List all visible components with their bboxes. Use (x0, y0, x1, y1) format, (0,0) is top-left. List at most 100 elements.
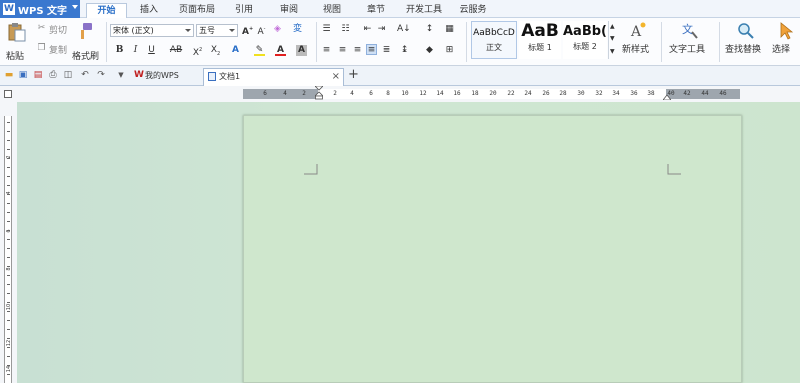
paste-button[interactable]: 粘贴 (4, 22, 30, 62)
align-left-icon[interactable]: ≡ (321, 45, 332, 56)
copy-button[interactable]: 复制 (49, 43, 67, 56)
style-preview: AaBb( (563, 24, 607, 39)
tab-chapter[interactable]: 章节 (362, 3, 390, 18)
strikethrough-icon[interactable]: AB (168, 45, 184, 56)
character-shading-icon[interactable]: A (296, 45, 307, 56)
ruler-tick (7, 158, 10, 159)
ruler-number: 10 (401, 90, 409, 97)
ruler-number: 42 (683, 90, 691, 97)
undo-icon[interactable]: ↶ (80, 70, 90, 80)
indent-marker-icon[interactable] (315, 86, 323, 100)
ruler-number: 22 (507, 90, 515, 97)
export-pdf-icon[interactable]: ▤ (33, 70, 43, 80)
highlight-color-icon[interactable]: ✎ (254, 45, 265, 56)
document-page[interactable] (243, 115, 742, 383)
divider (106, 22, 107, 62)
vertical-ruler-bar: 2 4 6 8 10 12 14 (4, 116, 12, 383)
subscript-icon[interactable]: X2 (210, 45, 221, 57)
increase-indent-icon[interactable]: ⇥ (376, 24, 387, 35)
tab-developer[interactable]: 开发工具 (404, 3, 444, 18)
sort-icon[interactable]: ↕ (424, 24, 435, 35)
ruler-number: 4 (6, 191, 12, 195)
open-folder-icon[interactable]: ▬ (4, 70, 14, 80)
ruler-tick (7, 203, 10, 204)
font-name-select[interactable]: 宋体 (正文) (110, 24, 194, 37)
new-style-button[interactable]: A 新样式 (620, 22, 656, 62)
tab-view[interactable]: 视图 (318, 3, 346, 18)
distributed-icon[interactable]: ≣ (381, 45, 392, 56)
tab-stop-selector[interactable] (4, 90, 12, 98)
tab-document-1[interactable]: 文档1 × (203, 68, 344, 86)
ruler-number: 36 (630, 90, 638, 97)
ruler-number: 18 (471, 90, 479, 97)
close-icon[interactable]: × (332, 69, 340, 85)
ruler-row: 6 4 2 2 4 6 8 10 12 14 16 18 20 22 24 26 28 30 32 34 36 38 40 4… (0, 86, 800, 102)
align-right-icon[interactable]: ≡ (352, 45, 363, 56)
print-icon[interactable]: ⎙ (48, 70, 58, 80)
bold-icon[interactable]: B (114, 45, 125, 56)
justify-icon[interactable]: ≡ (366, 44, 377, 55)
shading-icon[interactable]: ◆ (424, 45, 435, 56)
align-center-icon[interactable]: ≡ (337, 45, 348, 56)
menu-bar: W WPS 文字 开始 插入 页面布局 引用 审阅 视图 章节 开发工具 云服务 (0, 0, 800, 18)
ruler-tick (7, 194, 10, 195)
ruler-number: 24 (524, 90, 532, 97)
tab-my-wps[interactable]: W我的WPS (130, 68, 200, 86)
style-normal[interactable]: AaBbCcD 正文 (471, 21, 517, 59)
tab-cloud-service[interactable]: 云服务 (456, 3, 490, 18)
clear-format-icon[interactable]: ◈ (272, 24, 283, 35)
line-spacing-icon[interactable]: ↨ (399, 45, 410, 56)
tab-home[interactable]: 开始 (86, 3, 127, 18)
tab-page-layout[interactable]: 页面布局 (174, 3, 220, 18)
redo-icon[interactable]: ↷ (96, 70, 106, 80)
app-menu-button[interactable]: W WPS 文字 (0, 0, 80, 18)
tab-label: 文档1 (219, 72, 241, 81)
ruler-tick (7, 302, 10, 303)
decrease-indent-icon[interactable]: ⇤ (362, 24, 373, 35)
superscript-icon[interactable]: X2 (192, 45, 203, 58)
phonetic-guide-icon[interactable]: 変 (292, 24, 303, 35)
horizontal-ruler[interactable]: 6 4 2 2 4 6 8 10 12 14 16 18 20 22 24 26 28 30 32 34 36 38 40 4… (243, 86, 740, 100)
text-direction-icon[interactable]: A↓ (397, 24, 411, 35)
ruler-number: 12 (6, 339, 12, 347)
tab-review[interactable]: 审阅 (275, 3, 303, 18)
style-heading-1[interactable]: AaB 标题 1 (519, 21, 561, 59)
font-color-icon[interactable]: A (275, 45, 286, 56)
style-heading-2[interactable]: AaBb( 标题 2 (563, 21, 607, 59)
save-icon[interactable]: ▣ (18, 70, 28, 80)
bullet-list-icon[interactable]: ☰ (321, 24, 332, 35)
text-tools-button[interactable]: 文 文字工具 (667, 22, 713, 62)
ruler-tick (7, 329, 10, 330)
ruler-tick (7, 185, 10, 186)
text-effect-icon[interactable]: A (230, 45, 241, 56)
italic-icon[interactable]: I (130, 45, 141, 56)
ruler-tick (7, 149, 10, 150)
cut-button[interactable]: 剪切 (49, 23, 67, 36)
ruler-tick (7, 347, 10, 348)
borders-icon[interactable]: ⊞ (444, 45, 455, 56)
copy-icon: ❐ (37, 43, 46, 53)
shrink-font-icon[interactable]: A- (256, 24, 267, 37)
numbered-list-icon[interactable]: ☷ (340, 24, 351, 35)
format-painter-button[interactable]: 格式刷 (72, 22, 100, 62)
vertical-ruler[interactable]: 2 4 6 8 10 12 14 (0, 102, 17, 383)
divider (661, 22, 662, 62)
ruler-tick (7, 140, 10, 141)
grow-font-icon[interactable]: A+ (242, 24, 253, 37)
print-preview-icon[interactable]: ◫ (63, 70, 73, 80)
format-painter-label: 格式刷 (72, 52, 100, 62)
tab-references[interactable]: 引用 (230, 3, 258, 18)
table-grid-icon[interactable]: ▦ (444, 24, 455, 35)
select-button[interactable]: 选择 (770, 22, 800, 62)
find-replace-button[interactable]: 查找替换 (723, 22, 769, 62)
format-painter-icon (81, 23, 92, 39)
font-size-select[interactable]: 五号 (196, 24, 238, 37)
style-label: 标题 2 (573, 42, 597, 51)
new-tab-icon[interactable]: + (348, 67, 359, 82)
customize-toolbar-icon[interactable]: ▼ (116, 70, 126, 80)
ruler-number: 16 (453, 90, 461, 97)
underline-icon[interactable]: U (146, 45, 157, 56)
tab-insert[interactable]: 插入 (135, 3, 163, 18)
style-label: 正文 (486, 43, 502, 52)
styles-scrollbar[interactable]: ▲ ▼ ▼ (608, 21, 616, 59)
